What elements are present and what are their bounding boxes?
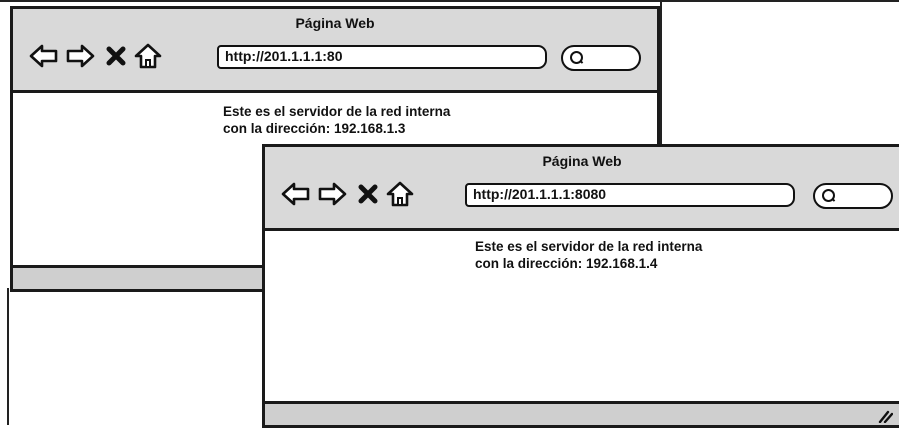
page-content: Este es el servidor de la red interna co… (475, 238, 702, 272)
forward-arrow-icon[interactable] (317, 179, 347, 209)
content-line-1: Este es el servidor de la red interna (223, 104, 451, 119)
close-icon[interactable] (101, 41, 131, 71)
canvas-right-border (660, 0, 662, 145)
content-line-2: con la dirección: 192.168.1.4 (475, 256, 658, 271)
window-title: Página Web (295, 15, 375, 31)
window-toolbar: Página Web http://201.1.1.1:80 (13, 9, 657, 93)
search-icon (570, 51, 583, 64)
forward-arrow-icon[interactable] (65, 41, 95, 71)
url-input[interactable]: http://201.1.1.1:80 (217, 45, 547, 69)
canvas-left-border (7, 288, 9, 425)
window-title: Página Web (542, 153, 622, 169)
search-button[interactable] (561, 45, 641, 71)
home-icon[interactable] (385, 179, 415, 209)
close-icon[interactable] (353, 179, 383, 209)
page-content: Este es el servidor de la red interna co… (223, 103, 450, 137)
window-toolbar: Página Web http://201.1.1.1:8080 (265, 147, 899, 231)
search-button[interactable] (813, 183, 893, 209)
resize-grip-icon[interactable] (877, 409, 893, 423)
canvas-top-border (0, 0, 899, 2)
content-line-1: Este es el servidor de la red interna (475, 239, 703, 254)
browser-window-2: Página Web http://201.1.1.1:8080 Este es… (262, 144, 899, 428)
home-icon[interactable] (133, 41, 163, 71)
status-bar (265, 401, 899, 425)
content-line-2: con la dirección: 192.168.1.3 (223, 121, 406, 136)
back-arrow-icon[interactable] (29, 41, 59, 71)
url-input[interactable]: http://201.1.1.1:8080 (465, 183, 795, 207)
back-arrow-icon[interactable] (281, 179, 311, 209)
search-icon (822, 189, 835, 202)
